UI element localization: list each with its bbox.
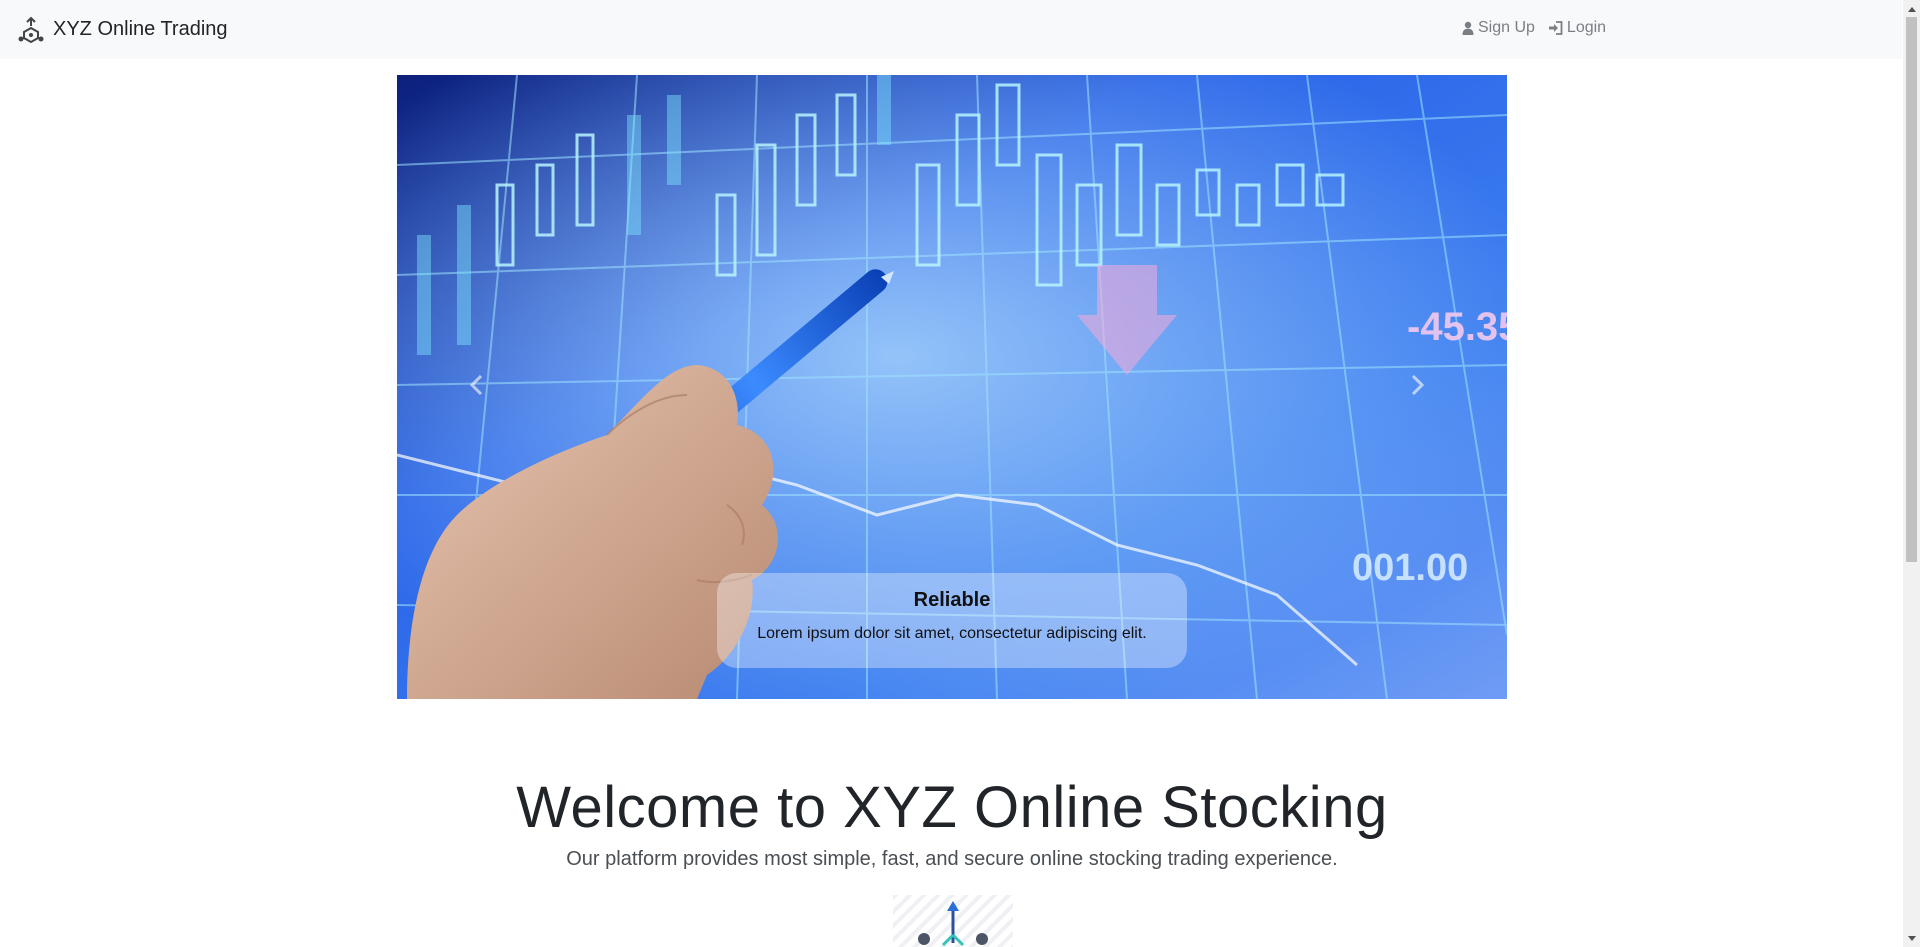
scroll-down-button[interactable] (1903, 930, 1920, 947)
chevron-right-icon (1411, 375, 1425, 395)
network-nodes-icon (17, 15, 45, 44)
login-link[interactable]: Login (1548, 19, 1607, 37)
brand-name: XYZ Online Trading (53, 18, 228, 40)
carousel-caption: Reliable Lorem ipsum dolor sit amet, con… (397, 587, 1507, 645)
triangle-down-icon (1907, 935, 1916, 941)
branching-arrow-icon (893, 895, 1013, 947)
nav-links: Sign Up Login (1462, 19, 1620, 37)
image-number-2: 001.00 (1352, 547, 1468, 589)
triangle-up-icon (1907, 6, 1916, 12)
page: XYZ Online Trading Sign Up Login -45.3 0… (0, 0, 1920, 947)
carousel-caption-text: Lorem ipsum dolor sit amet, consectetur … (757, 625, 1147, 642)
navbar: XYZ Online Trading Sign Up Login (0, 0, 1902, 59)
hero-carousel: -45.35 001.00 Reliable (397, 75, 1507, 699)
sign-in-icon (1548, 21, 1563, 35)
carousel-next-button[interactable] (1387, 355, 1447, 415)
scroll-up-button[interactable] (1903, 0, 1920, 17)
chevron-left-icon (469, 375, 483, 395)
carousel-caption-title: Reliable (913, 589, 991, 611)
page-lead: Our platform provides most simple, fast,… (566, 848, 1338, 870)
vertical-scrollbar[interactable] (1903, 0, 1920, 947)
page-title: Welcome to XYZ Online Stocking (516, 775, 1388, 840)
carousel-prev-button[interactable] (447, 355, 507, 415)
signup-link[interactable]: Sign Up (1462, 19, 1535, 37)
signup-label: Sign Up (1478, 19, 1535, 36)
login-label: Login (1566, 19, 1607, 36)
user-icon (1462, 21, 1474, 35)
scrollbar-thumb[interactable] (1906, 17, 1917, 562)
brand-link[interactable]: XYZ Online Trading (17, 15, 228, 44)
image-number-1: -45.35 (1407, 305, 1507, 349)
